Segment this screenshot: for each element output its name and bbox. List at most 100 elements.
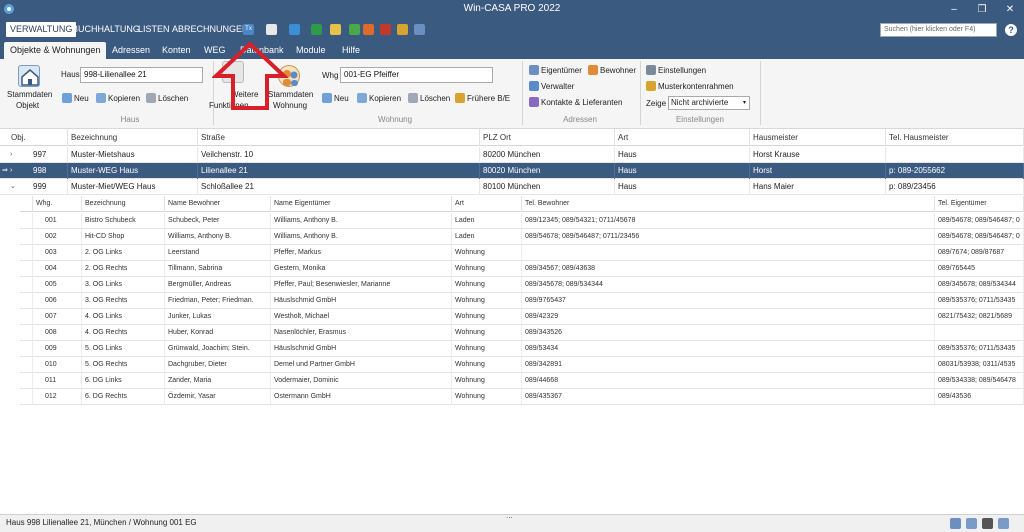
col-bezeichnung[interactable]: Bezeichnung [68, 129, 198, 146]
fruehere-icon[interactable] [455, 93, 465, 103]
subgrid-row[interactable]: 002 Hit-CD Shop Williams, Anthony B. Willia… [20, 229, 1024, 245]
status-settings-icon[interactable] [998, 518, 1009, 529]
loeschen-wohnung-button[interactable]: Löschen [420, 94, 450, 103]
tab-adressen[interactable]: Adressen [106, 42, 156, 59]
col-obj[interactable]: Obj. [8, 129, 68, 146]
table-row-selected[interactable]: ⇒ › 998 Muster-WEG Haus Lilienallee 21 8… [0, 163, 1024, 179]
menu-abrechnungen[interactable]: ABRECHNUNGEN [168, 22, 253, 37]
col-whg[interactable]: Whg. [33, 196, 82, 212]
eigentuemer-button[interactable]: Eigentümer [541, 66, 582, 75]
subgrid-header: Whg. Bezeichnung Name Bewohner Name Eige… [20, 196, 1024, 212]
subgrid-row[interactable]: 007 4. OG Links Junker, Lukas Westholt, Mic… [20, 309, 1024, 325]
loeschen-haus-button[interactable]: Löschen [158, 94, 188, 103]
subgrid-row[interactable]: 011 6. DG Links Zander, Maria Vodermaier, D… [20, 373, 1024, 389]
kopieren-wohnung-button[interactable]: Kopieren [369, 94, 401, 103]
kopieren-haus-button[interactable]: Kopieren [108, 94, 140, 103]
minimize-button[interactable]: – [940, 0, 968, 19]
subgrid-row[interactable]: 006 3. OG Rechts Friedman, Peter; Friedman… [20, 293, 1024, 309]
bewohner-icon[interactable] [588, 65, 598, 75]
subgrid-row[interactable]: 010 5. OG Rechts Dachgruber, Dieter Demel u… [20, 357, 1024, 373]
tool-icon[interactable] [380, 24, 391, 35]
neu-wohnung-icon[interactable] [322, 93, 332, 103]
eigentuemer-icon[interactable] [529, 65, 539, 75]
loeschen-haus-icon[interactable] [146, 93, 156, 103]
tab-hilfe[interactable]: Hilfe [336, 42, 366, 59]
col-art[interactable]: Art [615, 129, 750, 146]
window-title: Win-CASA PRO 2022 [463, 3, 561, 14]
col-tel-bewohner[interactable]: Tel. Bewohner [522, 196, 935, 212]
table-row[interactable]: ⌄ 999 Muster-Miet/WEG Haus Schloßallee 2… [0, 179, 1024, 195]
subgrid-row[interactable]: 004 2. OG Rechts Tillmann, Sabrina Gestern,… [20, 261, 1024, 277]
loeschen-wohnung-icon[interactable] [408, 93, 418, 103]
mail-icon[interactable] [266, 24, 277, 35]
neu-haus-button[interactable]: Neu [74, 94, 89, 103]
subgrid-row[interactable]: 008 4. OG Rechts Huber, Konrad Nasenlöchler… [20, 325, 1024, 341]
col-tel-eigentuemer[interactable]: Tel. Eigentümer [935, 196, 1024, 212]
kontakte-icon[interactable] [529, 97, 539, 107]
musterkontenrahmen-button[interactable]: Musterkontenrahmen [658, 82, 734, 91]
haus-select[interactable]: 998-Lilienallee 21 [80, 67, 203, 83]
status-print-icon[interactable] [982, 518, 993, 529]
list-icon[interactable] [330, 24, 341, 35]
kopieren-wohnung-icon[interactable] [357, 93, 367, 103]
col-plz-ort[interactable]: PLZ Ort [480, 129, 615, 146]
status-resize-handle[interactable]: ... [506, 511, 513, 520]
table-row[interactable]: › 997 Muster-Mietshaus Veilchenstr. 10 8… [0, 147, 1024, 163]
neu-wohnung-button[interactable]: Neu [334, 94, 349, 103]
einstellungen-button[interactable]: Einstellungen [658, 66, 706, 75]
cell-plz: 80100 München [480, 179, 615, 195]
neu-haus-icon[interactable] [62, 93, 72, 103]
tab-module[interactable]: Module [290, 42, 332, 59]
subgrid-row[interactable]: 005 3. OG Links Bergmüller, Andreas Pfeffer… [20, 277, 1024, 293]
col-tel-hausmeister[interactable]: Tel. Hausmeister [886, 129, 1024, 146]
cell-bezeichnung: Muster-Miet/WEG Haus [68, 179, 198, 195]
cell-name-eigentuemer: Pfeffer, Markus [271, 245, 452, 261]
subgrid-row[interactable]: 009 5. OG Links Grünwald, Joachim; Stein. H… [20, 341, 1024, 357]
musterkontenrahmen-icon[interactable] [646, 81, 656, 91]
money-icon[interactable] [311, 24, 322, 35]
status-house-icon[interactable] [950, 518, 961, 529]
letter-l-icon[interactable] [349, 24, 360, 35]
verwalter-icon[interactable] [529, 81, 539, 91]
expand-icon[interactable]: › [10, 147, 12, 163]
stammdaten-objekt-label-1[interactable]: Stammdaten [7, 90, 52, 99]
col-name-eigentuemer[interactable]: Name Eigentümer [271, 196, 452, 212]
kopieren-haus-icon[interactable] [96, 93, 106, 103]
tab-konten[interactable]: Konten [156, 42, 197, 59]
separator [522, 61, 523, 125]
restore-button[interactable]: ❐ [968, 0, 996, 19]
menu-buchhaltung[interactable]: BUCHHALTUNG [68, 22, 144, 37]
col-hausmeister[interactable]: Hausmeister [750, 129, 886, 146]
col-strasse[interactable]: Straße [198, 129, 480, 146]
cell-tel-bewohner: 089/42329 [522, 309, 935, 325]
wohnung-select[interactable]: 001-EG Pfeiffer [340, 67, 493, 83]
collapse-icon[interactable]: ⌄ [10, 179, 16, 195]
kontakte-button[interactable]: Kontakte & Lieferanten [541, 98, 622, 107]
col-sub-bezeichnung[interactable]: Bezeichnung [82, 196, 165, 212]
stammdaten-objekt-label-2[interactable]: Objekt [16, 101, 39, 110]
tx-icon[interactable]: Tx [243, 24, 254, 35]
cell-sub-bezeichnung: 3. OG Rechts [82, 293, 165, 309]
subgrid-row[interactable]: 001 Bistro Schubeck Schubeck, Peter William… [20, 213, 1024, 229]
subgrid-row[interactable]: 012 6. DG Rechts Özdemir, Yasar Ostermann G… [20, 389, 1024, 405]
verwalter-button[interactable]: Verwalter [541, 82, 574, 91]
help-icon[interactable]: ? [1005, 24, 1017, 36]
col-sub-art[interactable]: Art [452, 196, 522, 212]
menu-verwaltung[interactable]: VERWALTUNG [6, 22, 77, 37]
tab-objekte-wohnungen[interactable]: Objekte & Wohnungen [4, 42, 107, 59]
zeige-select[interactable]: Nicht archivierte ▾ [668, 96, 750, 110]
search-input[interactable]: Suchen (hier klicken oder F4) [880, 23, 997, 37]
grid-icon[interactable] [414, 24, 425, 35]
col-name-bewohner[interactable]: Name Bewohner [165, 196, 271, 212]
globe-icon[interactable] [289, 24, 300, 35]
bewohner-button[interactable]: Bewohner [600, 66, 636, 75]
expand-icon[interactable]: › [10, 163, 12, 179]
einstellungen-icon[interactable] [646, 65, 656, 75]
stammdaten-objekt-icon[interactable] [18, 65, 40, 87]
fruehere-button[interactable]: Frühere B/E [467, 94, 510, 103]
close-button[interactable]: ✕ [996, 0, 1024, 19]
status-person-icon[interactable] [966, 518, 977, 529]
office-icon[interactable] [363, 24, 374, 35]
folder-icon[interactable] [397, 24, 408, 35]
subgrid-row[interactable]: 003 2. OG Links Leerstand Pfeffer, Markus Wo… [20, 245, 1024, 261]
